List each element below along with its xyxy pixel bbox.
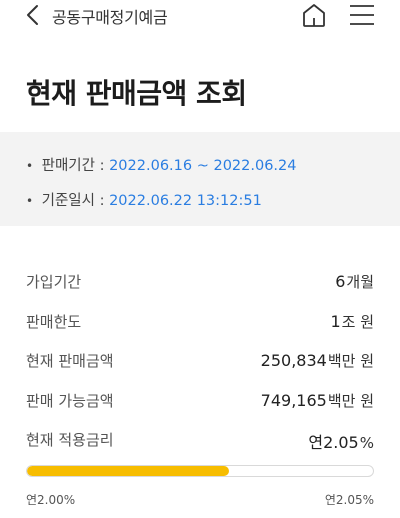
menu-button[interactable]: [348, 3, 376, 27]
sales-limit-value: 1: [330, 312, 341, 331]
current-sales-value: 250,834: [260, 351, 327, 370]
available-sales-value: 749,165: [260, 391, 327, 410]
current-rate-label: 현재 적용금리: [26, 431, 114, 449]
sales-info-box: • 판매기간 : 2022.06.16 ~ 2022.06.24 • 기준일시 …: [0, 132, 400, 226]
chevron-left-icon: [27, 5, 38, 25]
sales-period-value: 2022.06.16 ~ 2022.06.24: [109, 158, 297, 174]
sales-period-label: 판매기간 :: [41, 158, 105, 174]
home-icon: [303, 4, 325, 27]
rate-max-unit: %: [362, 493, 374, 507]
rate-progress-fill: [27, 466, 230, 476]
available-sales-amount: 749,165백만 원: [261, 390, 374, 411]
rate-max-value: 연2.05: [324, 493, 363, 507]
base-datetime-value: 2022.06.22 13:12:51: [109, 193, 262, 209]
sales-limit-unit: 조 원: [341, 313, 374, 331]
current-sales-label: 현재 판매금액: [26, 352, 114, 370]
current-rate-value: 연2.05: [308, 433, 359, 452]
available-sales-unit: 백만 원: [327, 392, 374, 410]
sales-period-row: • 판매기간 : 2022.06.16 ~ 2022.06.24: [26, 154, 297, 175]
available-sales-label: 판매 가능금액: [26, 392, 114, 410]
rate-min-label: 연2.00%: [26, 491, 75, 508]
bullet-icon: •: [26, 159, 34, 173]
rate-min-value: 연2.00: [26, 493, 64, 507]
nav-title: 공동구매정기예금: [52, 8, 168, 27]
current-rate-unit: %: [359, 434, 374, 452]
current-sales-unit: 백만 원: [327, 352, 374, 370]
join-period-label: 가입기간: [26, 273, 82, 291]
rate-progress-bar: [26, 465, 374, 477]
hamburger-menu-icon: [350, 5, 374, 25]
page-title: 현재 판매금액 조회: [26, 77, 247, 110]
join-period-amount: 6개월: [335, 271, 374, 292]
bullet-icon: •: [26, 194, 34, 208]
top-navigation-bar: 공동구매정기예금: [0, 0, 400, 30]
join-period-unit: 개월: [346, 273, 374, 291]
back-button[interactable]: [22, 3, 46, 27]
current-sales-amount: 250,834백만 원: [261, 350, 374, 371]
base-datetime-label: 기준일시 :: [41, 193, 105, 209]
join-period-value: 6: [335, 272, 346, 291]
rate-min-unit: %: [63, 493, 76, 507]
current-rate-amount: 연2.05%: [308, 429, 374, 453]
sales-limit-amount: 1조 원: [330, 311, 374, 332]
home-button[interactable]: [300, 2, 328, 28]
rate-max-label: 연2.05%: [325, 491, 374, 508]
sales-limit-label: 판매한도: [26, 313, 82, 331]
base-datetime-row: • 기준일시 : 2022.06.22 13:12:51: [26, 189, 262, 210]
